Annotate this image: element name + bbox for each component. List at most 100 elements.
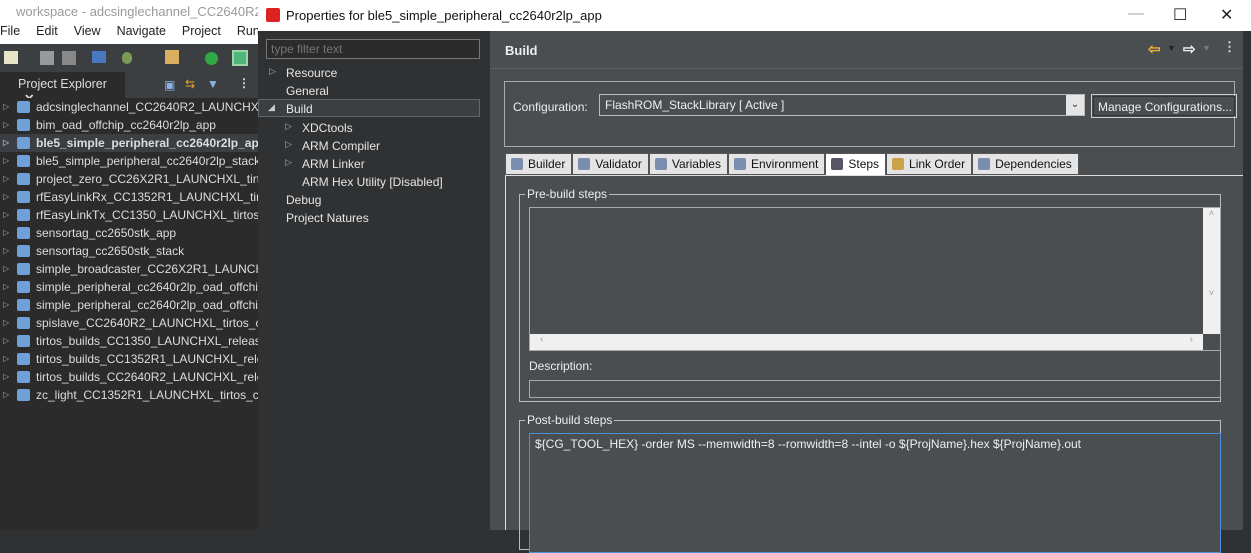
tree-item-arm-compiler[interactable]: ARM Compiler (302, 139, 380, 153)
project-item[interactable]: simple_peripheral_cc2640r2lp_oad_offchip… (0, 296, 258, 314)
view-menu-icon[interactable]: ⋮ (238, 76, 250, 90)
tree-item-arm-hex-utility[interactable]: ARM Hex Utility [Disabled] (302, 175, 443, 189)
menu-run[interactable]: Run (237, 24, 258, 38)
save-icon[interactable] (40, 51, 54, 65)
menu-project[interactable]: Project (182, 24, 221, 38)
project-explorer-tree: adcsinglechannel_CC2640R2_LAUNCHXL_tirto… (0, 98, 258, 530)
expand-icon[interactable]: ▷ (269, 66, 276, 77)
configuration-select[interactable]: FlashROM_StackLibrary [ Active ] ⌄ (599, 94, 1085, 116)
project-item[interactable]: ble5_simple_peripheral_cc2640r2lp_stack_… (0, 152, 258, 170)
collapse-all-icon[interactable]: ▣ (164, 78, 175, 92)
back-dropdown-icon[interactable]: ▼ (1167, 43, 1176, 53)
tree-item-resource[interactable]: Resource (286, 66, 337, 80)
build-properties-page: Build ⇦ ▼ ⇨ ▼ ⋮ Configuration: FlashROM_… (490, 31, 1243, 553)
console-icon[interactable] (92, 51, 106, 63)
menu-navigate[interactable]: Navigate (117, 24, 166, 38)
forward-dropdown-icon[interactable]: ▼ (1202, 43, 1211, 53)
tab-label: Validator (595, 157, 642, 171)
project-item[interactable]: rfEasyLinkTx_CC1350_LAUNCHXL_tirtos_gcc (0, 206, 258, 224)
tree-item-build[interactable]: Build (286, 102, 313, 116)
connect-icon[interactable] (205, 52, 218, 65)
project-item[interactable]: tirtos_builds_CC1350_LAUNCHXL_release_cc… (0, 332, 258, 350)
steps-panel: Pre-build steps ˄ ˅ ‹ › Description: Post-… (505, 175, 1243, 553)
eclipse-toolbar (0, 44, 258, 72)
environment-icon (733, 158, 746, 170)
expand-icon[interactable]: ▷ (285, 157, 292, 168)
project-item[interactable]: zc_light_CC1352R1_LAUNCHXL_tirtos_ccs (0, 386, 258, 404)
project-item[interactable]: sensortag_cc2650stk_stack (0, 242, 258, 260)
project-item[interactable]: rfEasyLinkRx_CC1352R1_LAUNCHXL_tirtos_cc… (0, 188, 258, 206)
eclipse-menu-bar: FileEditViewNavigateProjectRunS (0, 24, 258, 44)
minimize-icon[interactable]: — (1128, 5, 1144, 23)
debug-icon[interactable] (122, 52, 132, 64)
builder-icon (511, 158, 523, 170)
project-explorer-tab-bar: Project Explorer ✕ ▣ ⇆ ▼ ⋮ (0, 72, 258, 106)
tree-item-debug[interactable]: Debug (286, 193, 321, 207)
postbuild-group: Post-build steps ${CG_TOOL_HEX} -order M… (519, 413, 1221, 553)
project-item[interactable]: adcsinglechannel_CC2640R2_LAUNCHXL_tirto… (0, 98, 258, 116)
link-editor-icon[interactable]: ⇆ (185, 77, 195, 91)
steps-icon (831, 158, 844, 170)
postbuild-textarea[interactable]: ${CG_TOOL_HEX} -order MS --memwidth=8 --… (529, 433, 1221, 553)
tab-label: Builder (528, 157, 566, 171)
project-item[interactable]: simple_broadcaster_CC26X2R1_LAUNCHXL_tir… (0, 260, 258, 278)
project-item-selected[interactable]: ble5_simple_peripheral_cc2640r2lp_app (0, 134, 258, 152)
tab-validator[interactable]: Validator (572, 153, 649, 175)
project-item[interactable]: project_zero_CC26X2R1_LAUNCHXL_tirtos_cc… (0, 170, 258, 188)
close-window-icon[interactable]: ✕ (1220, 5, 1233, 25)
project-item[interactable]: tirtos_builds_CC2640R2_LAUNCHXL_release_… (0, 368, 258, 386)
build-tabs: Builder Validator Variables Environment … (505, 153, 1079, 176)
project-item[interactable]: tirtos_builds_CC1352R1_LAUNCHXL_release_… (0, 350, 258, 368)
menu-file[interactable]: File (0, 24, 20, 38)
postbuild-label: Post-build steps (525, 413, 615, 427)
filter-input[interactable] (266, 39, 480, 59)
view-menu-icon[interactable]: ⋮ (1223, 39, 1236, 55)
tree-item-xdctools[interactable]: XDCtools (302, 121, 353, 135)
app-logo-icon (266, 8, 280, 22)
project-item[interactable]: simple_peripheral_cc2640r2lp_oad_offchip… (0, 278, 258, 296)
back-arrow-icon[interactable]: ⇦ (1148, 40, 1161, 58)
target-icon[interactable] (232, 50, 248, 66)
tree-item-general[interactable]: General (286, 84, 329, 98)
project-explorer-tab[interactable]: Project Explorer ✕ (0, 72, 125, 106)
menu-edit[interactable]: Edit (36, 24, 58, 38)
prebuild-description-input[interactable] (529, 380, 1221, 398)
tab-label: Environment (750, 157, 819, 171)
manage-configurations-button[interactable]: Manage Configurations... (1091, 94, 1237, 118)
page-title: Build (505, 43, 538, 58)
link-order-icon (892, 158, 905, 170)
tree-item-arm-linker[interactable]: ARM Linker (302, 157, 365, 171)
prebuild-textarea[interactable]: ˄ ˅ ‹ › (529, 207, 1221, 351)
expand-icon[interactable]: ▷ (285, 139, 292, 150)
project-item[interactable]: spislave_CC2640R2_LAUNCHXL_tirtos_ccs (0, 314, 258, 332)
tab-link-order[interactable]: Link Order (886, 153, 973, 175)
horizontal-scrollbar[interactable]: ‹ › (530, 334, 1203, 350)
dialog-border (1243, 31, 1251, 530)
filter-icon[interactable]: ▼ (207, 77, 219, 91)
maximize-icon[interactable]: ☐ (1173, 5, 1187, 25)
tab-builder[interactable]: Builder (505, 153, 573, 175)
menu-view[interactable]: View (74, 24, 101, 38)
tab-label: Steps (848, 157, 880, 171)
configuration-value: FlashROM_StackLibrary [ Active ] (605, 98, 785, 112)
prebuild-label: Pre-build steps (525, 187, 610, 201)
tab-variables[interactable]: Variables (648, 153, 728, 175)
property-tree-panel: ▷ Resource General ◢ Build ▷ XDCtools ▷ ARM … (258, 31, 490, 530)
project-item[interactable]: sensortag_cc2650stk_app (0, 224, 258, 242)
flash-icon[interactable] (165, 50, 179, 64)
chevron-down-icon[interactable]: ⌄ (1066, 95, 1084, 115)
project-item[interactable]: bim_oad_offchip_cc2640r2lp_app (0, 116, 258, 134)
collapse-icon[interactable]: ◢ (268, 102, 275, 113)
eclipse-title: workspace - adcsinglechannel_CC2640R2_LA… (16, 4, 258, 19)
expand-icon[interactable]: ▷ (285, 121, 292, 132)
tree-item-project-natures[interactable]: Project Natures (286, 211, 369, 225)
tab-steps[interactable]: Steps (825, 153, 887, 176)
dialog-title-bar: Properties for ble5_simple_peripheral_cc… (258, 0, 1251, 31)
forward-arrow-icon[interactable]: ⇨ (1183, 40, 1196, 58)
save-all-icon[interactable] (62, 51, 76, 65)
tab-environment[interactable]: Environment (727, 153, 826, 175)
eclipse-title-bar: workspace - adcsinglechannel_CC2640R2_LA… (0, 0, 258, 24)
new-icon[interactable] (4, 51, 18, 64)
tab-dependencies[interactable]: Dependencies (972, 153, 1079, 175)
vertical-scrollbar[interactable]: ˄ ˅ (1203, 208, 1220, 334)
